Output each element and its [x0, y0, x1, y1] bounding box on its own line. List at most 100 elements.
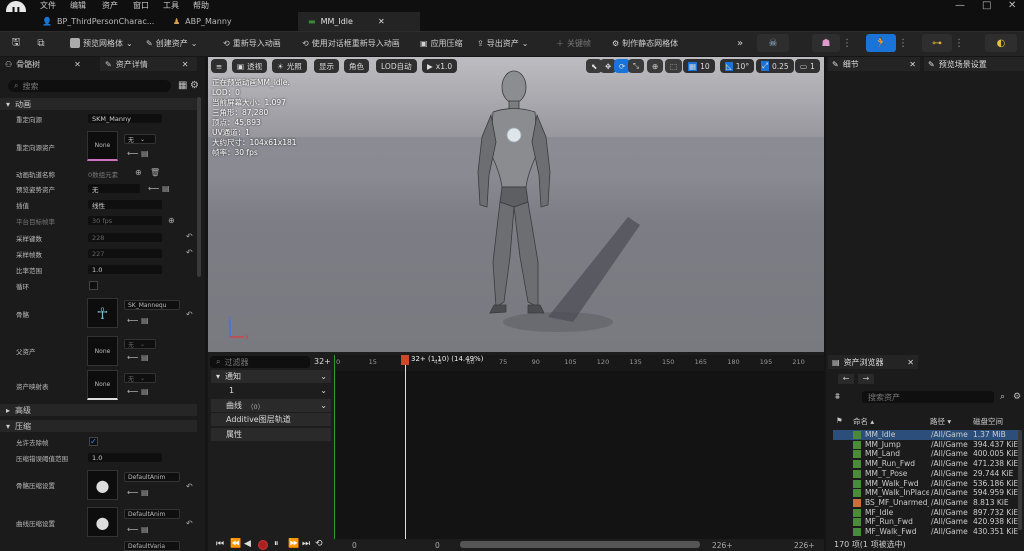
browse-icon[interactable]: ▤: [141, 353, 149, 362]
close-icon[interactable]: ✕: [907, 358, 914, 367]
viewport[interactable]: zx: [208, 57, 824, 352]
menu-asset[interactable]: 资产: [102, 0, 118, 11]
browse-icon[interactable]: ▤: [162, 184, 170, 193]
asset-list-item[interactable]: MF_Walk_Fwd/All/Game 430.351 KiE: [833, 527, 1020, 537]
track-filter-input[interactable]: ⌕ 过滤器: [210, 356, 310, 368]
reset-icon[interactable]: ↶: [186, 248, 193, 257]
reset-icon[interactable]: ↶: [186, 482, 193, 491]
browse-icon[interactable]: ▤: [141, 149, 149, 158]
timeline-scrollbar[interactable]: [460, 541, 700, 548]
compression-settings-icon[interactable]: ●: [87, 470, 118, 500]
make-static-mesh-button[interactable]: ⚙ 制作静态网格体: [612, 35, 678, 51]
skeleton-dropdown[interactable]: SK_Mannequ: [124, 300, 180, 310]
forward-icon[interactable]: →: [858, 374, 874, 384]
camera-speed-button[interactable]: ▭ 1: [795, 59, 820, 73]
apply-compression-button[interactable]: ▣ 应用压缩: [420, 35, 463, 51]
asset-search-input[interactable]: 搜索资产: [862, 391, 994, 403]
browse-icon[interactable]: ▤: [141, 488, 149, 497]
asset-list-item[interactable]: MM_Land/All/Game 400.005 KiE: [833, 449, 1020, 459]
tab-mm-idle[interactable]: ▬ MM_Idle ✕: [298, 12, 420, 31]
asset-list-scrollbar[interactable]: [1018, 430, 1022, 530]
add-icon[interactable]: ⊕: [168, 216, 175, 225]
track-notifies[interactable]: ▾ 通知 ⌄: [211, 370, 331, 383]
track-notify-1[interactable]: 1 ⌄: [211, 384, 331, 397]
retarget-source-dropdown[interactable]: SKM_Manny: [88, 114, 162, 123]
scale-snap-button[interactable]: ⤢ 0.25: [756, 59, 794, 73]
use-selected-icon[interactable]: ⟵: [148, 184, 159, 193]
section-advanced[interactable]: ▸ 高级: [0, 404, 197, 416]
tab-content-browser[interactable]: ▤ 资产浏览器 ✕: [828, 355, 918, 369]
grid-snap-button[interactable]: ▦ 10: [683, 59, 715, 73]
track-curves[interactable]: 曲线 （0） ⌄: [211, 399, 331, 412]
tab-skeleton-tree[interactable]: ⚇ 骨骼树 ✕: [0, 57, 98, 71]
loop-icon[interactable]: ⟲: [315, 539, 323, 549]
tab-asset-details[interactable]: ✎ 资产详情 ✕: [100, 57, 197, 71]
show-button[interactable]: 显示: [314, 59, 339, 73]
browse-icon[interactable]: ⧉: [30, 34, 52, 52]
lod-button[interactable]: LOD自动: [376, 59, 417, 73]
maximize-icon[interactable]: □: [982, 0, 991, 11]
track-additive-layers[interactable]: Additive图层轨道: [211, 413, 331, 426]
table-view-icon[interactable]: ▦: [178, 80, 187, 91]
lit-button[interactable]: ☀ 光照: [272, 59, 307, 73]
search-input[interactable]: ⌕ 搜索: [8, 80, 171, 92]
skeleton-thumbnail-icon[interactable]: ☥: [87, 298, 118, 328]
menu-file[interactable]: 文件: [40, 0, 56, 11]
record-icon[interactable]: [258, 540, 268, 550]
use-selected-icon[interactable]: ⟵: [127, 525, 138, 534]
use-selected-icon[interactable]: ⟵: [127, 488, 138, 497]
settings-icon[interactable]: ⚙: [1013, 392, 1021, 402]
reset-icon[interactable]: ↶: [186, 310, 193, 319]
playhead-line[interactable]: [405, 355, 406, 539]
close-icon[interactable]: ✕: [182, 60, 189, 69]
loop-checkbox[interactable]: [89, 281, 98, 290]
asset-list-item[interactable]: MM_Walk_InPlace/All/Game 594.959 KiE: [833, 488, 1020, 498]
asset-picker-dropdown[interactable]: 无 ⌄: [124, 339, 156, 349]
preview-mesh-button[interactable]: 预览网格体 ⌄: [70, 35, 133, 51]
close-icon[interactable]: ✕: [74, 60, 81, 69]
preview-pose-dropdown[interactable]: 无: [88, 184, 140, 194]
track-attributes[interactable]: 属性: [211, 428, 331, 441]
minimize-icon[interactable]: —: [955, 0, 965, 11]
asset-list-item[interactable]: MM_Walk_Fwd/All/Game 536.186 KiE: [833, 479, 1020, 489]
export-asset-button[interactable]: ⇪ 导出资产 ⌄: [477, 35, 528, 51]
column-visibility-icon[interactable]: ⚑: [836, 416, 843, 425]
compression-error-input[interactable]: 1.0: [88, 453, 162, 462]
section-compression[interactable]: ▾ 压缩: [0, 420, 197, 432]
close-window-icon[interactable]: ✕: [1008, 0, 1016, 11]
save-icon[interactable]: 🖫: [5, 34, 27, 52]
use-selected-icon[interactable]: ⟵: [127, 387, 138, 396]
add-icon[interactable]: ⊕: [135, 168, 142, 177]
asset-list-item[interactable]: MM_Run_Fwd/All/Game 471.238 KiE: [833, 459, 1020, 469]
asset-list-item[interactable]: MM_T_Pose/All/Game 29.744 KiE: [833, 469, 1020, 479]
allow-frame-stripping-checkbox[interactable]: ✓: [89, 437, 98, 446]
asset-picker-dropdown[interactable]: 无 ⌄: [124, 134, 156, 144]
variable-compression-dropdown[interactable]: DefaultVaria: [124, 541, 180, 551]
scale-tool-icon[interactable]: ⤡: [628, 59, 644, 73]
asset-picker-dropdown[interactable]: 无 ⌄: [124, 373, 156, 383]
asset-thumbnail[interactable]: None: [87, 336, 118, 366]
tab-bp-thirdperson[interactable]: 👤 BP_ThirdPersonCharac...: [32, 12, 167, 31]
play-speed-button[interactable]: ▶ x1.0: [422, 59, 458, 73]
more-icon[interactable]: ⋮: [896, 34, 910, 52]
last-frame-icon[interactable]: ⏭: [302, 539, 310, 549]
column-path[interactable]: 路径 ▾: [930, 416, 951, 427]
reimport-dialog-button[interactable]: ⟲ 使用对话框重新导入动画: [302, 35, 400, 51]
back-icon[interactable]: ←: [838, 374, 854, 384]
surface-snap-icon[interactable]: ⬚: [665, 59, 683, 73]
menu-window[interactable]: 窗口: [133, 0, 149, 11]
column-name[interactable]: 命名 ▴: [853, 416, 874, 427]
create-asset-button[interactable]: ✎ 创建资产 ⌄: [146, 35, 197, 51]
use-selected-icon[interactable]: ⟵: [127, 316, 138, 325]
interpolation-dropdown[interactable]: 线性: [88, 200, 162, 210]
close-tab-icon[interactable]: ✕: [378, 17, 385, 26]
physics-mode-icon[interactable]: ◐: [985, 34, 1017, 52]
tab-abp-manny[interactable]: ♟ ABP_Manny: [163, 12, 298, 31]
rate-scale-input[interactable]: 1.0: [88, 265, 162, 274]
scrollbar[interactable]: [197, 97, 201, 277]
menu-help[interactable]: 帮助: [193, 0, 209, 11]
world-space-icon[interactable]: ⊕: [647, 59, 664, 73]
character-button[interactable]: 角色: [344, 59, 369, 73]
close-icon[interactable]: ✕: [909, 60, 916, 69]
next-frame-icon[interactable]: ⏩: [288, 539, 299, 549]
